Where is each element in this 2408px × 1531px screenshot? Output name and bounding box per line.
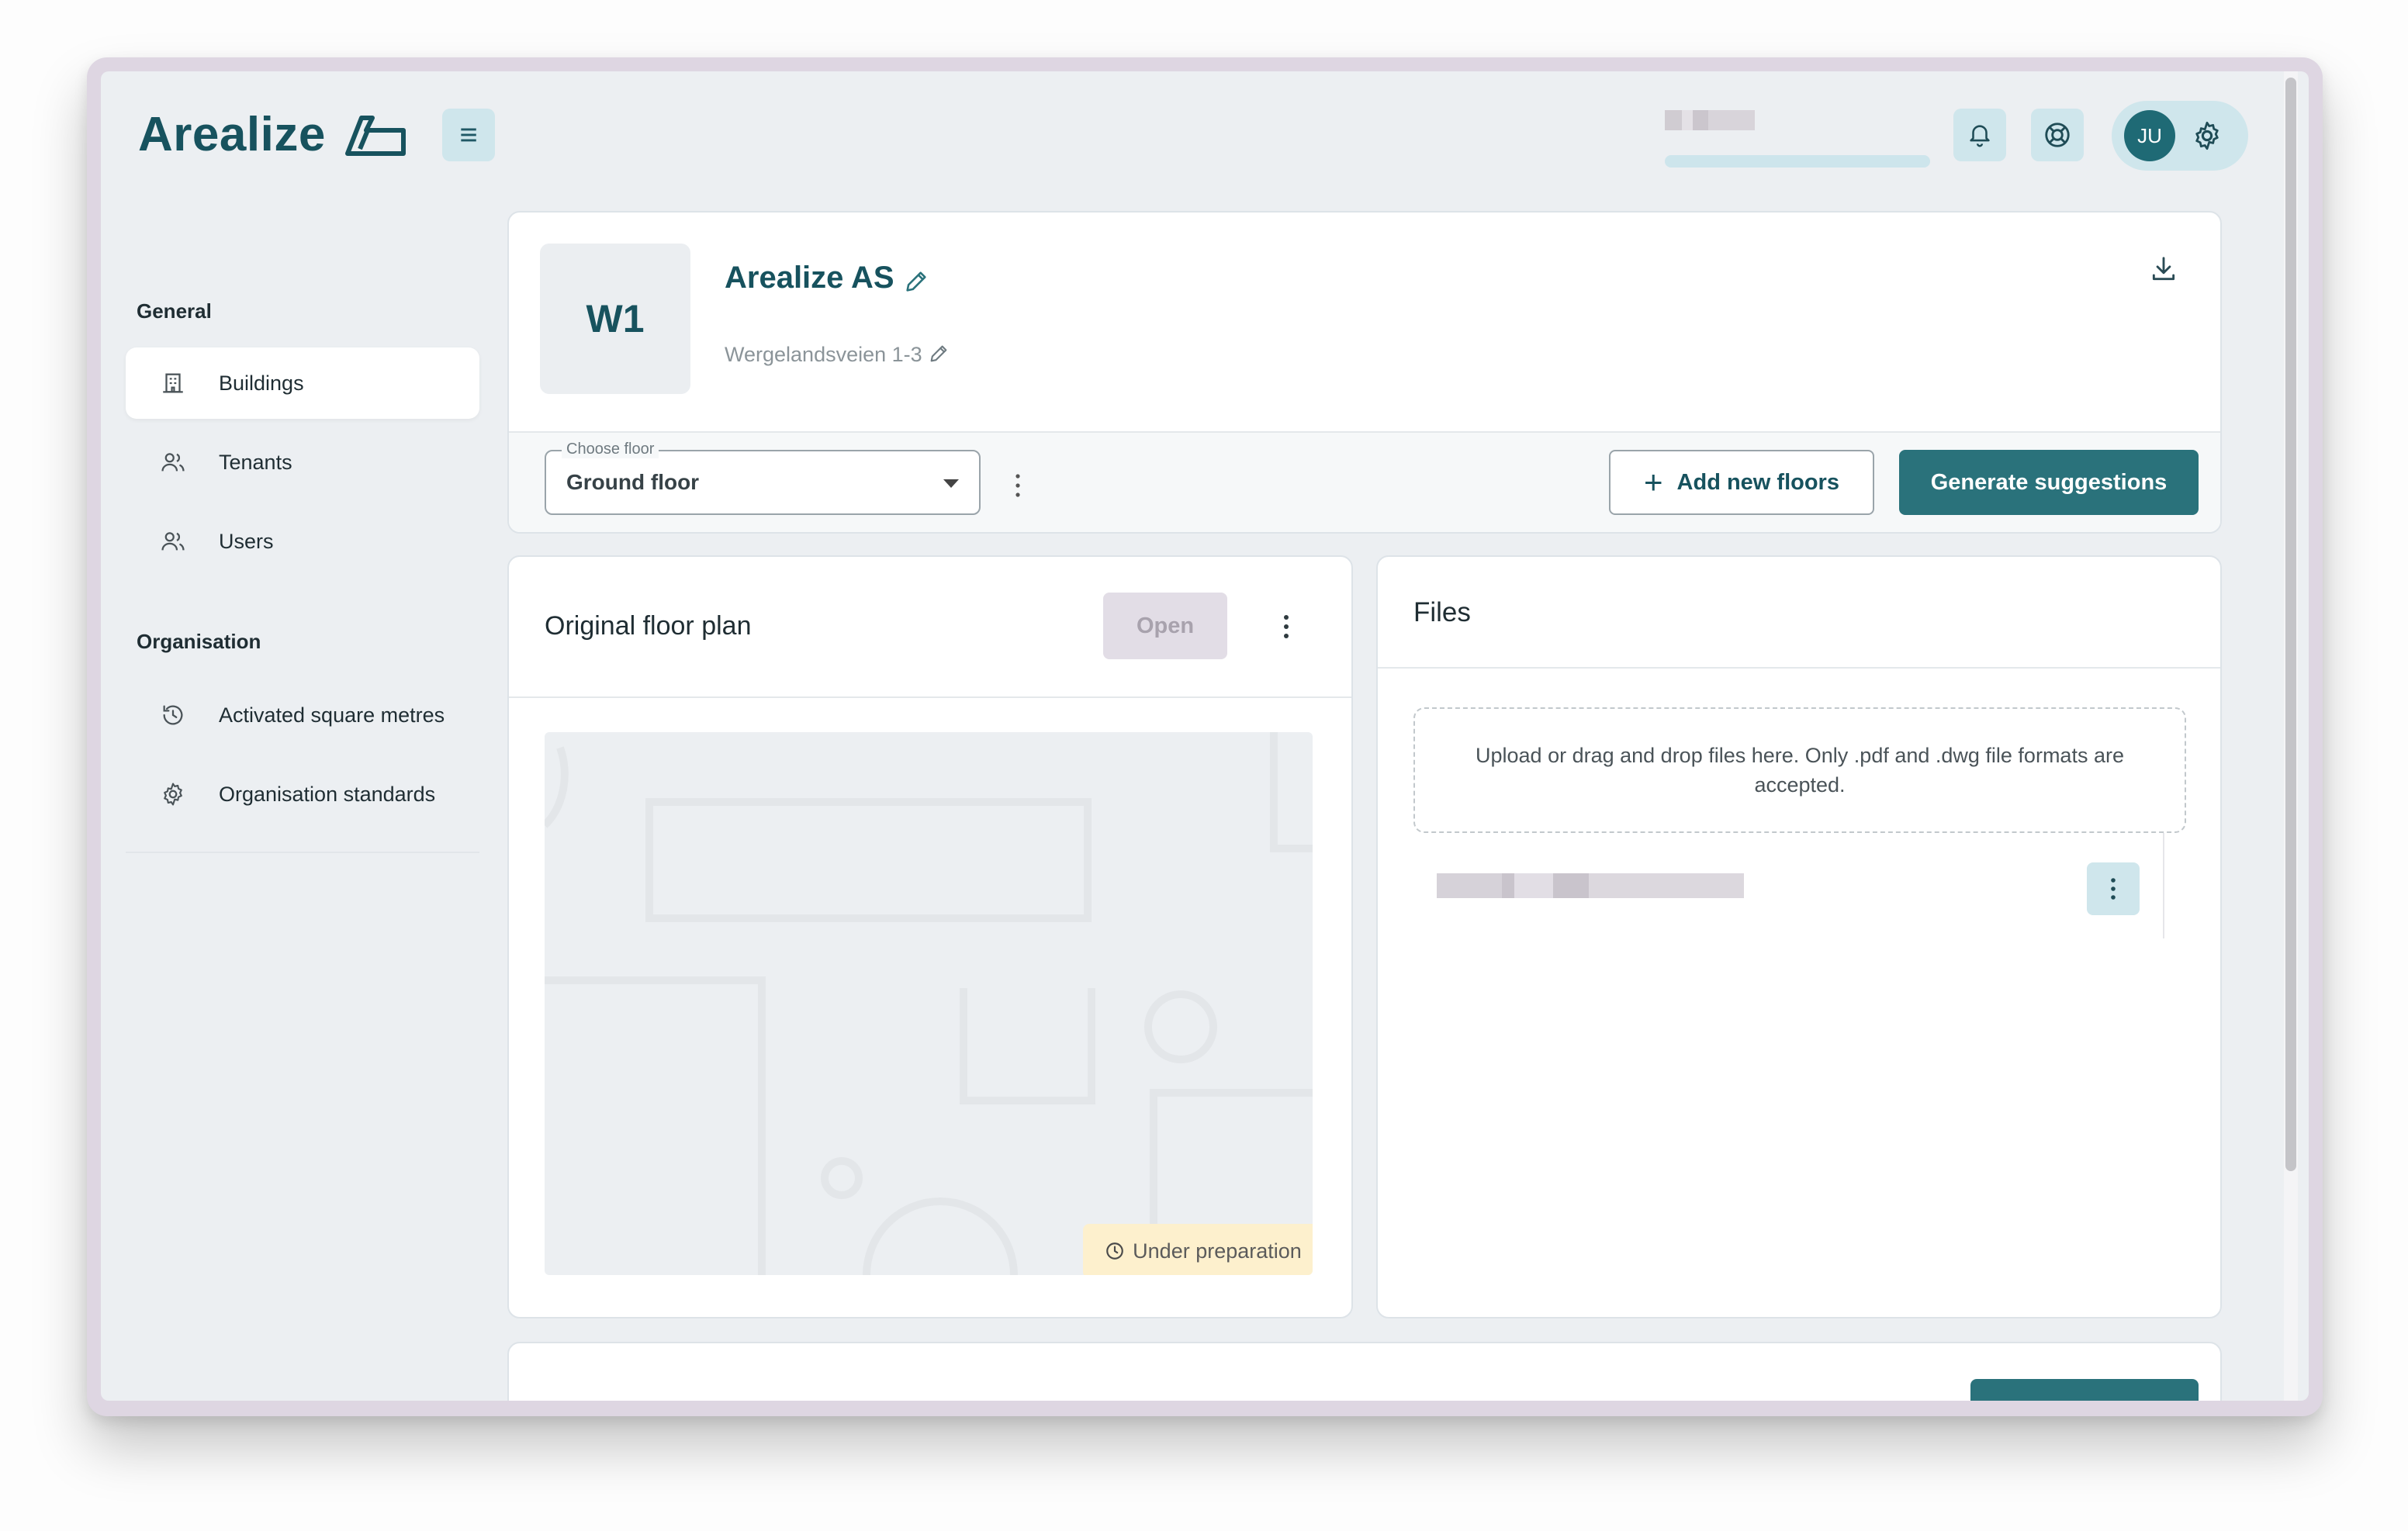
- floor-select-value: Ground floor: [566, 470, 700, 494]
- floor-plan-preview: Under preparation: [545, 732, 1313, 1275]
- building-address: Wergelandsveien 1-3: [725, 343, 922, 366]
- file-options-button[interactable]: [2087, 862, 2140, 915]
- caret-down-icon: [943, 479, 959, 488]
- floor-options-kebab-icon[interactable]: [1013, 470, 1022, 501]
- notifications-button[interactable]: [1953, 109, 2006, 161]
- floor-plan-kebab-icon[interactable]: [1282, 611, 1291, 642]
- floor-plan-placeholder-illustration: [545, 732, 1313, 1275]
- org-name-redacted: [1665, 110, 1755, 130]
- window-frame: Arealize ≡ JU General Buildings Tenants …: [87, 57, 2323, 1416]
- download-icon[interactable]: [2149, 254, 2178, 284]
- next-section-button[interactable]: [1970, 1379, 2199, 1401]
- sidebar-item-label: Tenants: [219, 450, 292, 474]
- building-name: Arealize AS: [725, 261, 894, 295]
- edit-address-pencil-icon[interactable]: [928, 343, 950, 365]
- dropzone-text: Upload or drag and drop files here. Only…: [1476, 744, 2124, 797]
- sidebar-item-label: Buildings: [219, 371, 304, 395]
- app-logo[interactable]: Arealize: [138, 107, 407, 162]
- file-name-redacted[interactable]: [1437, 873, 1744, 898]
- building-card: W1 Arealize AS Wergelandsveien 1-3 Choos…: [507, 211, 2222, 534]
- floor-plan-title: Original floor plan: [545, 611, 752, 641]
- status-badge-label: Under preparation: [1133, 1239, 1302, 1263]
- files-divider: [1378, 667, 2220, 669]
- file-list-scroll-track: [2163, 833, 2164, 938]
- sidebar-item-label: Organisation standards: [219, 782, 436, 806]
- users-icon: [161, 532, 185, 551]
- status-badge: Under preparation: [1083, 1224, 1313, 1275]
- files-title: Files: [1413, 597, 1471, 627]
- file-dropzone[interactable]: Upload or drag and drop files here. Only…: [1413, 707, 2186, 833]
- app-logo-text: Arealize: [138, 108, 326, 161]
- gear-icon[interactable]: [2191, 119, 2223, 152]
- clock-icon: [1106, 1242, 1124, 1260]
- sidebar-item-activated-square-metres[interactable]: Activated square metres: [126, 679, 479, 751]
- sidebar-item-organisation-standards[interactable]: Organisation standards: [126, 759, 479, 830]
- hamburger-icon: ≡: [459, 118, 478, 152]
- generate-suggestions-button[interactable]: Generate suggestions: [1899, 450, 2199, 515]
- logo-mark-icon: [344, 115, 406, 156]
- sidebar-item-users[interactable]: Users: [126, 506, 479, 577]
- sidebar-item-tenants[interactable]: Tenants: [126, 427, 479, 498]
- add-new-floors-button[interactable]: + Add new floors: [1609, 450, 1874, 515]
- floor-toolbar: Choose floor Ground floor + Add new floo…: [509, 431, 2220, 532]
- sidebar-toggle-button[interactable]: ≡: [442, 109, 495, 161]
- floor-plan-divider: [509, 696, 1351, 698]
- sidebar-item-label: Activated square metres: [219, 703, 445, 727]
- open-floor-plan-button[interactable]: Open: [1103, 593, 1227, 659]
- building-icon: [163, 373, 183, 393]
- building-thumbnail: W1: [540, 244, 690, 394]
- history-icon: [163, 705, 183, 725]
- org-progress-bar: [1665, 155, 1930, 168]
- gear-icon: [164, 783, 182, 806]
- floor-select-legend: Choose floor: [562, 441, 659, 458]
- app-screen: Arealize ≡ JU General Buildings Tenants …: [101, 71, 2309, 1401]
- help-button[interactable]: [2031, 109, 2084, 161]
- sidebar-heading-organisation: Organisation: [137, 630, 261, 653]
- floor-select[interactable]: Choose floor Ground floor: [545, 441, 981, 515]
- sidebar-item-label: Users: [219, 529, 274, 553]
- kebab-icon: [2111, 878, 2116, 900]
- user-menu[interactable]: JU: [2112, 101, 2248, 171]
- sidebar-item-buildings[interactable]: Buildings: [126, 347, 479, 419]
- sidebar-heading-general: General: [137, 299, 212, 323]
- lifebuoy-icon: [2045, 123, 2070, 147]
- users-icon: [161, 453, 185, 472]
- sidebar-divider: [126, 852, 479, 853]
- floor-plan-card: Original floor plan Open Under preparati…: [507, 555, 1353, 1318]
- next-section-card: [507, 1342, 2222, 1401]
- edit-name-pencil-icon[interactable]: [903, 268, 929, 295]
- add-new-floors-label: Add new floors: [1676, 469, 1839, 495]
- plus-icon: +: [1644, 464, 1663, 500]
- bell-icon: [1970, 125, 1990, 147]
- page-scrollbar[interactable]: [2284, 71, 2298, 1401]
- files-card: Files Upload or drag and drop files here…: [1376, 555, 2222, 1318]
- avatar[interactable]: JU: [2124, 110, 2175, 161]
- page-scrollbar-thumb[interactable]: [2285, 78, 2296, 1171]
